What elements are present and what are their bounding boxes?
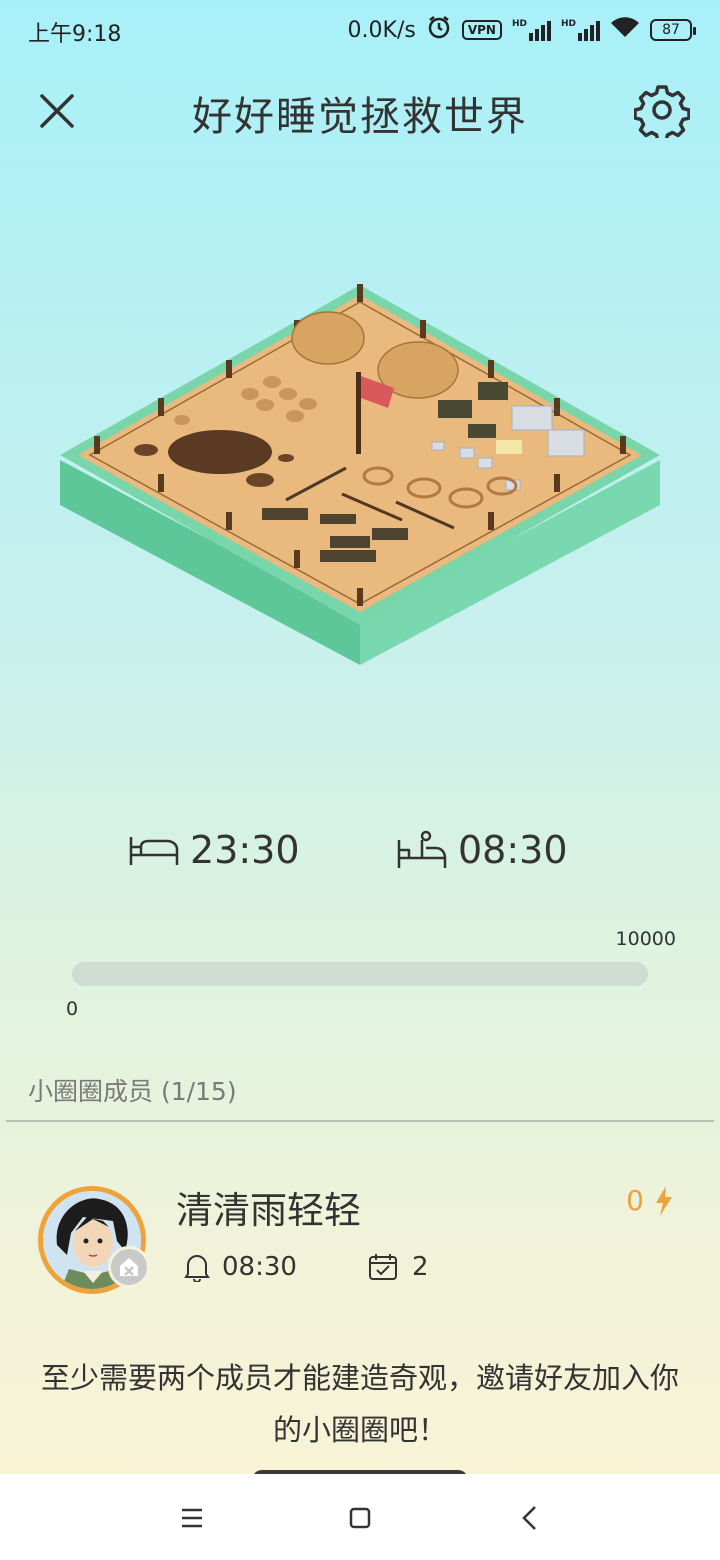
system-nav-bar (0, 1474, 720, 1560)
progress-min-label: 0 (66, 998, 79, 1020)
home-off-icon (120, 1258, 138, 1276)
header: 好好睡觉拯救世界 (0, 70, 720, 150)
divider (6, 1120, 714, 1122)
battery-icon: 87 (650, 19, 696, 41)
cell-signal-icon-2: HD (561, 19, 600, 41)
wake-time-value: 08:30 (458, 828, 568, 872)
home-badge (108, 1246, 150, 1288)
bed-icon (129, 837, 179, 865)
progress-bar (72, 962, 648, 986)
lightning-icon (656, 1185, 672, 1216)
member-check-in-days: 2 (368, 1252, 429, 1282)
alarm-time: 08:30 (222, 1252, 297, 1282)
chevron-left-icon (522, 1506, 536, 1530)
home-button[interactable] (342, 1500, 378, 1536)
sleep-schedule: 23:30 08:30 (0, 828, 720, 882)
status-time: 上午9:18 (28, 22, 122, 47)
member-energy: 0 (626, 1184, 674, 1217)
gear-icon (633, 85, 691, 143)
status-icons: 0.0K/s VPN HD HD 87 (347, 14, 696, 46)
member-row[interactable]: 清清雨轻轻 0 08:30 2 (0, 1170, 720, 1310)
page-title: 好好睡觉拯救世界 (192, 94, 528, 140)
check-in-days: 2 (412, 1252, 429, 1282)
cell-signal-icon: HD (512, 19, 551, 41)
wake-time[interactable]: 08:30 (396, 828, 568, 872)
menu-icon (182, 1508, 202, 1528)
construction-site-island[interactable] (50, 270, 670, 680)
square-icon (349, 1507, 371, 1529)
members-section-title: 小圈圈成员 (1/15) (28, 1077, 237, 1106)
hd-label: HD (511, 19, 527, 29)
bedtime-value: 23:30 (190, 828, 300, 872)
member-alarm: 08:30 (184, 1252, 297, 1282)
network-speed: 0.0K/s (347, 17, 416, 43)
back-button[interactable] (512, 1500, 548, 1536)
energy-value: 0 (626, 1184, 644, 1217)
vpn-icon: VPN (461, 20, 502, 40)
wake-icon (397, 830, 447, 868)
bell-icon (184, 1255, 210, 1282)
member-name: 清清雨轻轻 (176, 1189, 361, 1232)
hd-label-2: HD (560, 19, 576, 29)
progress-max-label: 10000 (615, 928, 676, 950)
settings-button[interactable] (633, 82, 691, 143)
invite-message: 至少需要两个成员才能建造奇观，邀请好友加入你的小圈圈吧！ (40, 1361, 679, 1447)
bedtime[interactable]: 23:30 (128, 828, 300, 872)
recent-apps-button[interactable] (174, 1500, 210, 1536)
calendar-check-icon (369, 1254, 397, 1280)
status-bar: 上午9:18 0.0K/s VPN HD HD 87 (0, 0, 720, 60)
alarm-clock-icon (426, 14, 452, 46)
wifi-icon (610, 15, 640, 45)
